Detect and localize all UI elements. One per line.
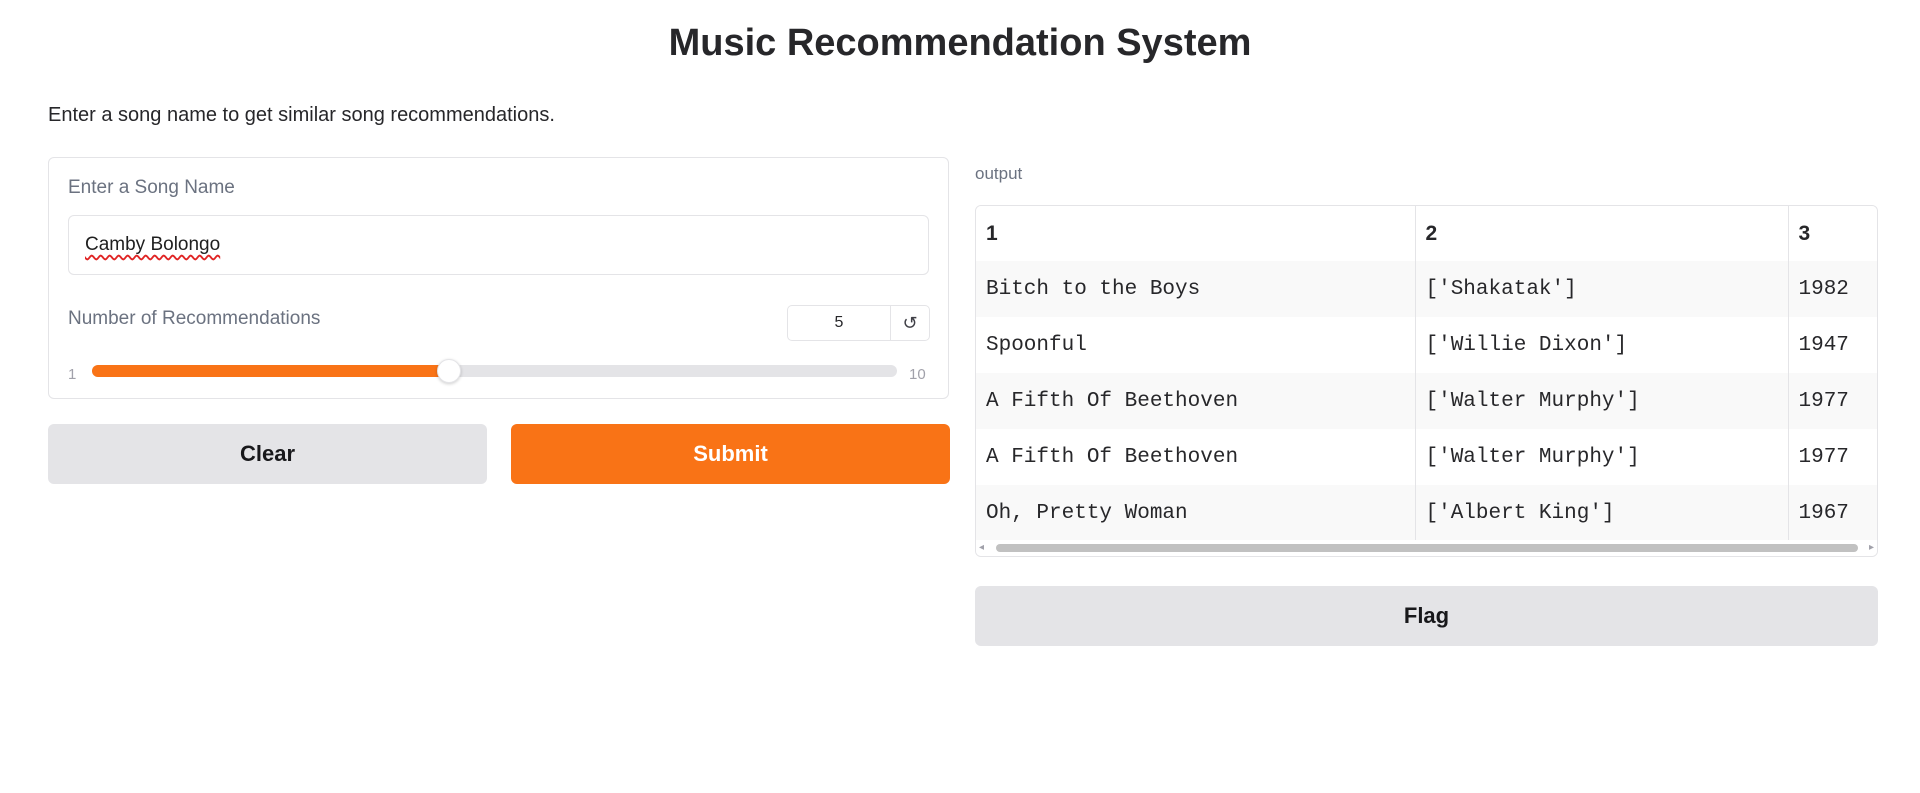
table-cell[interactable]: Spoonful (976, 317, 1416, 373)
column-header[interactable]: 2 (1415, 206, 1789, 261)
page-description: Enter a song name to get similar song re… (48, 104, 555, 126)
submit-button[interactable]: Submit (511, 424, 950, 484)
recommendations-number-input[interactable]: 5 (788, 306, 891, 340)
recommendations-slider[interactable] (92, 365, 897, 377)
table-cell[interactable]: 1982 (1788, 261, 1877, 317)
table-cell[interactable]: ['Walter Murphy'] (1415, 373, 1789, 429)
slider-min-label: 1 (68, 366, 77, 383)
flag-button[interactable]: Flag (975, 586, 1878, 646)
table-cell[interactable]: ['Walter Murphy'] (1415, 429, 1789, 485)
recommendations-label: Number of Recommendations (68, 308, 321, 329)
horizontal-scrollbar[interactable]: ◂ ▸ (976, 540, 1877, 556)
table-row: Oh, Pretty Woman ['Albert King'] 1967 (976, 485, 1877, 541)
table-row: Spoonful ['Willie Dixon'] 1947 (976, 317, 1877, 373)
output-label: output (975, 164, 1023, 183)
table-cell[interactable]: ['Albert King'] (1415, 485, 1789, 541)
table-header-row: 1 2 3 (976, 206, 1877, 261)
scroll-right-icon[interactable]: ▸ (1869, 542, 1874, 554)
slider-max-label: 10 (909, 366, 926, 383)
table-cell[interactable]: Bitch to the Boys (976, 261, 1416, 317)
output-table: 1 2 3 Bitch to the Boys ['Shakatak'] 198… (975, 205, 1878, 557)
slider-fill (92, 365, 450, 377)
table-cell[interactable]: ['Shakatak'] (1415, 261, 1789, 317)
table-cell[interactable]: ['Willie Dixon'] (1415, 317, 1789, 373)
song-name-input[interactable] (68, 215, 929, 275)
input-panel: Enter a Song Name Camby Bolongo Number o… (48, 157, 949, 399)
table-row: Bitch to the Boys ['Shakatak'] 1982 (976, 261, 1877, 317)
column-header[interactable]: 3 (1788, 206, 1877, 261)
table-cell[interactable]: A Fifth Of Beethoven (976, 429, 1416, 485)
table-cell[interactable]: 1947 (1788, 317, 1877, 373)
reset-icon[interactable]: ↺ (891, 306, 929, 340)
table-cell[interactable]: 1967 (1788, 485, 1877, 541)
page-title: Music Recommendation System (668, 22, 1252, 64)
table-row: A Fifth Of Beethoven ['Walter Murphy'] 1… (976, 429, 1877, 485)
slider-thumb[interactable] (437, 359, 462, 383)
song-name-label: Enter a Song Name (68, 177, 235, 198)
recommendations-number-box: 5 ↺ (787, 305, 930, 341)
scroll-left-icon[interactable]: ◂ (979, 542, 984, 554)
table-cell[interactable]: 1977 (1788, 429, 1877, 485)
table-row: A Fifth Of Beethoven ['Walter Murphy'] 1… (976, 373, 1877, 429)
clear-button[interactable]: Clear (48, 424, 487, 484)
scrollbar-thumb[interactable] (996, 544, 1858, 552)
column-header[interactable]: 1 (976, 206, 1416, 261)
table-cell[interactable]: 1977 (1788, 373, 1877, 429)
table-cell[interactable]: Oh, Pretty Woman (976, 485, 1416, 541)
table-cell[interactable]: A Fifth Of Beethoven (976, 373, 1416, 429)
